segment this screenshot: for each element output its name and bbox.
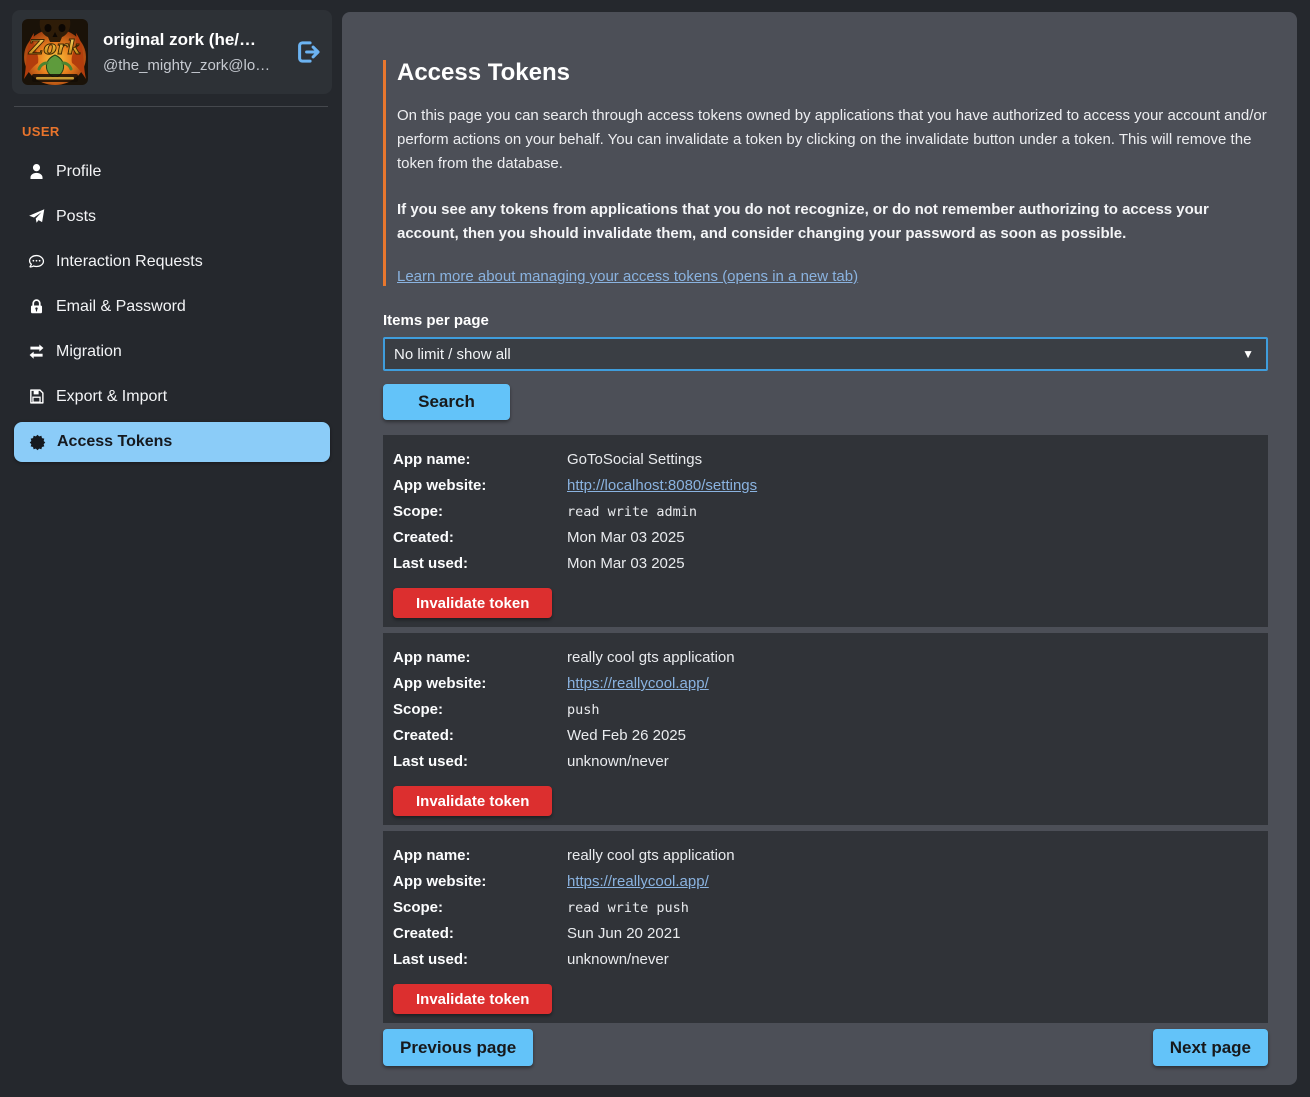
sidebar-item-interaction-requests[interactable]: Interaction Requests [0,239,342,284]
token-entry: App name: GoToSocial Settings App websit… [383,435,1268,627]
sidebar-section-label: USER [22,124,342,139]
next-page-button[interactable]: Next page [1153,1029,1268,1066]
token-list: App name: GoToSocial Settings App websit… [383,435,1268,1023]
display-name: original zork (he/… [103,30,292,50]
learn-more-link[interactable]: Learn more about managing your access to… [397,268,858,285]
items-per-page-select[interactable]: No limit / show all ▼ [383,337,1268,371]
warning-text: If you see any tokens from applications … [397,198,1268,246]
field-label: Last used: [393,551,567,577]
invalidate-token-button[interactable]: Invalidate token [393,984,552,1014]
comment-dots-icon [28,253,45,270]
invalidate-token-button[interactable]: Invalidate token [393,786,552,816]
scope-value: push [567,697,600,723]
sidebar-item-posts[interactable]: Posts [0,194,342,239]
sidebar-item-label: Migration [56,343,122,361]
field-label: App website: [393,671,567,697]
app-website-link[interactable]: https://reallycool.app/ [567,869,709,895]
avatar: Zork [22,19,88,85]
search-button[interactable]: Search [383,384,510,420]
sidebar: Zork original zork (he/… @the_mighty_zor… [0,0,342,1097]
main-panel: Access Tokens On this page you can searc… [342,12,1297,1085]
field-label: Scope: [393,697,567,723]
intro-text: On this page you can search through acce… [397,104,1268,176]
token-row-scope: Scope: push [393,697,1258,723]
app-name-value: really cool gts application [567,645,735,671]
previous-page-button[interactable]: Previous page [383,1029,533,1066]
exchange-arrows-icon [28,343,45,360]
field-label: Created: [393,921,567,947]
intro-section: Access Tokens On this page you can searc… [383,60,1268,286]
lock-icon [28,298,45,315]
invalidate-token-button[interactable]: Invalidate token [393,588,552,618]
paper-plane-icon [28,208,45,225]
token-row-app-website: App website: http://localhost:8080/setti… [393,473,1258,499]
token-entry: App name: really cool gts application Ap… [383,831,1268,1023]
sidebar-item-label: Profile [56,163,101,181]
sidebar-item-export-import[interactable]: Export & Import [0,374,342,419]
token-row-app-website: App website: https://reallycool.app/ [393,671,1258,697]
sidebar-item-label: Email & Password [56,298,186,316]
token-row-created: Created: Wed Feb 26 2025 [393,723,1258,749]
sidebar-item-access-tokens[interactable]: Access Tokens [14,422,330,462]
token-row-app-name: App name: GoToSocial Settings [393,447,1258,473]
created-value: Wed Feb 26 2025 [567,723,686,749]
sidebar-item-label: Access Tokens [57,433,172,451]
token-row-last-used: Last used: unknown/never [393,947,1258,973]
sidebar-item-migration[interactable]: Migration [0,329,342,374]
token-row-app-name: App name: really cool gts application [393,843,1258,869]
last-used-value: unknown/never [567,749,669,775]
app-name-value: GoToSocial Settings [567,447,702,473]
token-row-scope: Scope: read write admin [393,499,1258,525]
field-label: Created: [393,723,567,749]
sidebar-item-label: Posts [56,208,96,226]
sidebar-item-profile[interactable]: Profile [0,149,342,194]
app-name-value: really cool gts application [567,843,735,869]
sidebar-item-label: Interaction Requests [56,253,203,271]
sidebar-item-label: Export & Import [56,388,167,406]
token-row-scope: Scope: read write push [393,895,1258,921]
user-handle: @the_mighty_zork@lo… [103,57,292,74]
field-label: App name: [393,447,567,473]
created-value: Sun Jun 20 2021 [567,921,680,947]
token-row-last-used: Last used: Mon Mar 03 2025 [393,551,1258,577]
token-row-last-used: Last used: unknown/never [393,749,1258,775]
field-label: App name: [393,843,567,869]
items-per-page-label: Items per page [383,312,1268,329]
app-website-link[interactable]: https://reallycool.app/ [567,671,709,697]
field-label: Scope: [393,499,567,525]
pagination: Previous page Next page [383,1029,1268,1066]
scope-value: read write admin [567,499,697,525]
field-label: Last used: [393,947,567,973]
zork-avatar-art: Zork [22,19,88,85]
dropdown-arrow-icon: ▼ [1242,347,1254,361]
token-row-app-name: App name: really cool gts application [393,645,1258,671]
field-label: App website: [393,473,567,499]
token-row-created: Created: Mon Mar 03 2025 [393,525,1258,551]
token-row-created: Created: Sun Jun 20 2021 [393,921,1258,947]
sidebar-divider [14,106,328,107]
items-per-page-value: No limit / show all [394,346,511,363]
sign-out-icon[interactable] [294,38,322,66]
floppy-disk-icon [28,388,45,405]
token-entry: App name: really cool gts application Ap… [383,633,1268,825]
field-label: App website: [393,869,567,895]
field-label: App name: [393,645,567,671]
field-label: Scope: [393,895,567,921]
page-title: Access Tokens [397,60,1268,86]
token-row-app-website: App website: https://reallycool.app/ [393,869,1258,895]
sidebar-menu: Profile Posts Interaction Requests Email… [0,149,342,462]
created-value: Mon Mar 03 2025 [567,525,685,551]
field-label: Created: [393,525,567,551]
sidebar-item-email-password[interactable]: Email & Password [0,284,342,329]
last-used-value: unknown/never [567,947,669,973]
user-info: original zork (he/… @the_mighty_zork@lo… [103,30,292,74]
user-card: Zork original zork (he/… @the_mighty_zor… [12,10,332,94]
field-label: Last used: [393,749,567,775]
user-icon [28,163,45,180]
app-website-link[interactable]: http://localhost:8080/settings [567,473,757,499]
scope-value: read write push [567,895,689,921]
last-used-value: Mon Mar 03 2025 [567,551,685,577]
certificate-icon [29,434,46,451]
